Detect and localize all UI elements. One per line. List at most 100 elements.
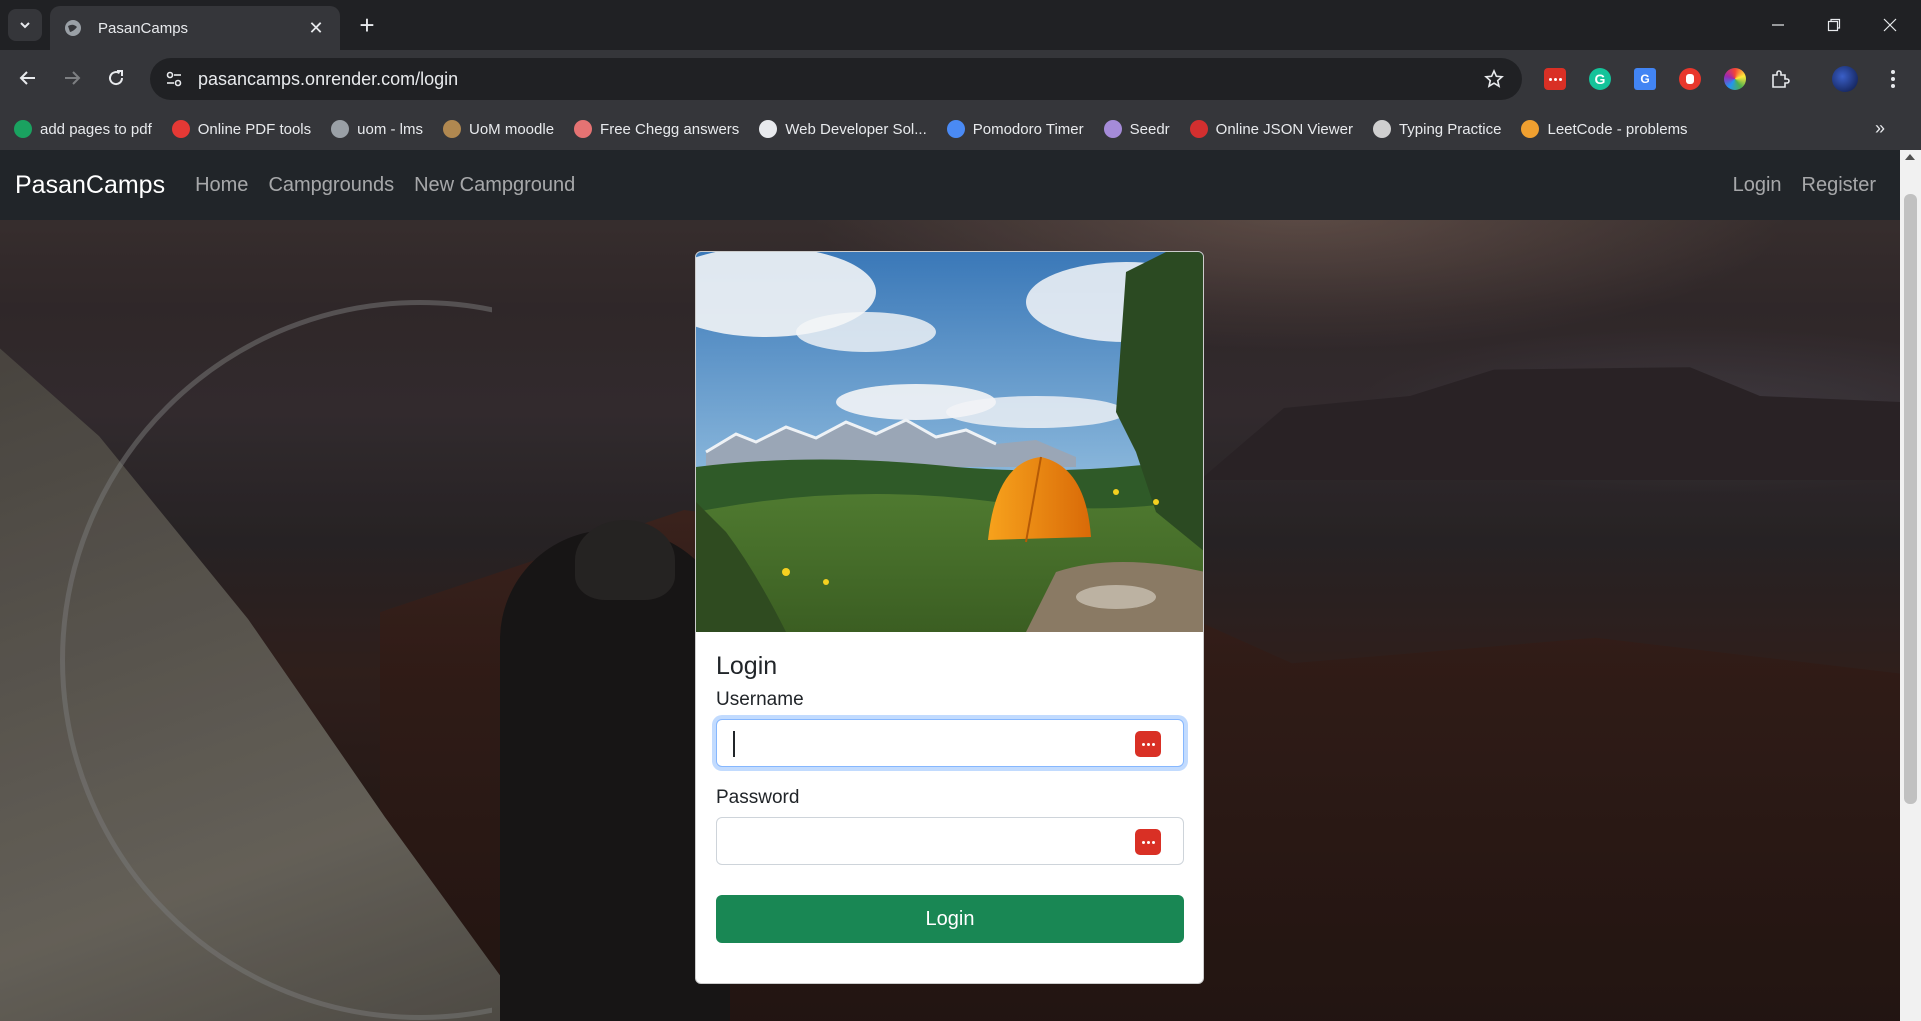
- bookmark-item[interactable]: Pomodoro Timer: [946, 120, 1084, 138]
- login-card: Login Username Password Login: [695, 251, 1204, 984]
- url-text[interactable]: pasancamps.onrender.com/login: [198, 69, 1474, 90]
- page-scrollbar[interactable]: [1900, 150, 1921, 1021]
- seed-icon: [1103, 120, 1122, 138]
- profile-button[interactable]: [1830, 64, 1860, 94]
- extension-password-manager[interactable]: [1540, 64, 1570, 94]
- restore-button[interactable]: [1806, 0, 1862, 50]
- bookmark-item[interactable]: uom - lms: [331, 120, 423, 138]
- close-window-button[interactable]: [1862, 0, 1918, 50]
- github-icon: [759, 120, 778, 138]
- extensions-menu-button[interactable]: [1765, 64, 1795, 94]
- site-brand[interactable]: PasanCamps: [15, 171, 165, 200]
- arrow-left-icon: [19, 71, 35, 85]
- tune-icon: [166, 71, 182, 87]
- minimize-button[interactable]: [1750, 0, 1806, 50]
- login-submit-button[interactable]: Login: [716, 895, 1184, 943]
- nav-new-campground[interactable]: New Campground: [414, 174, 575, 197]
- password-dots-icon: [1544, 68, 1566, 90]
- bookmark-item[interactable]: Free Chegg answers: [574, 120, 739, 138]
- bookmark-item[interactable]: Online JSON Viewer: [1189, 120, 1353, 138]
- moodle-icon: [443, 120, 461, 138]
- bookmark-label: uom - lms: [357, 120, 423, 138]
- star-icon: [1484, 69, 1504, 88]
- color-wheel-icon: [1724, 68, 1746, 90]
- s-icon: [14, 120, 32, 138]
- bookmark-item[interactable]: Online PDF tools: [171, 120, 312, 138]
- bookmark-item[interactable]: LeetCode - problems: [1521, 120, 1688, 138]
- grammarly-icon: G: [1589, 68, 1611, 90]
- back-button[interactable]: [10, 60, 46, 96]
- bookmark-star-button[interactable]: [1474, 69, 1514, 89]
- bookmark-label: Pomodoro Timer: [972, 120, 1084, 138]
- browser-toolbar: pasancamps.onrender.com/login G G: [0, 50, 1921, 108]
- username-input[interactable]: [716, 719, 1184, 767]
- tab-search-button[interactable]: [8, 9, 42, 41]
- password-label: Password: [716, 787, 800, 808]
- new-tab-button[interactable]: +: [352, 10, 382, 40]
- check-circle-icon: [946, 120, 965, 138]
- site-info-button[interactable]: [154, 58, 194, 100]
- login-form: Login Username Password Login: [716, 632, 1184, 943]
- bookmark-item[interactable]: Web Developer Sol...: [759, 120, 927, 138]
- avatar: [1832, 66, 1858, 92]
- close-tab-icon[interactable]: ✕: [306, 18, 326, 39]
- page-viewport: PasanCamps Home Campgrounds New Campgrou…: [0, 150, 1921, 1021]
- stack-icon: [574, 120, 593, 138]
- heart-icon: [171, 120, 190, 138]
- nav-home[interactable]: Home: [195, 174, 248, 197]
- globe-icon: [65, 20, 81, 36]
- scrollbar-thumb[interactable]: [1904, 194, 1917, 804]
- bookmark-label: LeetCode - problems: [1547, 120, 1688, 138]
- globe-icon: [331, 120, 350, 138]
- more-bookmarks-icon[interactable]: »: [1875, 118, 1885, 139]
- bookmark-item[interactable]: Seedr: [1103, 120, 1170, 138]
- bookmark-item[interactable]: add pages to pdf: [14, 120, 152, 138]
- text-caret: [733, 731, 735, 757]
- tab-title: PasanCamps: [98, 19, 189, 37]
- extension-grammarly[interactable]: G: [1585, 64, 1615, 94]
- bookmark-label: Seedr: [1129, 120, 1170, 138]
- username-label: Username: [716, 689, 804, 710]
- site-navbar: PasanCamps Home Campgrounds New Campgrou…: [0, 150, 1900, 220]
- nav-auth-links: Login Register: [1713, 150, 1876, 220]
- scroll-up-arrow-icon[interactable]: [1905, 154, 1915, 160]
- password-manager-icon[interactable]: [1135, 829, 1161, 855]
- extension-translate[interactable]: G: [1630, 64, 1660, 94]
- forward-button[interactable]: [54, 60, 90, 96]
- bookmark-label: UoM moodle: [469, 120, 555, 138]
- bookmark-item[interactable]: Typing Practice: [1372, 120, 1502, 138]
- bookmark-item[interactable]: UoM moodle: [443, 120, 554, 138]
- bookmark-label: Web Developer Sol...: [785, 120, 927, 138]
- translate-icon: G: [1634, 68, 1656, 90]
- arrow-right-icon: [65, 71, 81, 85]
- nav-campgrounds[interactable]: Campgrounds: [268, 174, 394, 197]
- keyboard-icon: [1372, 120, 1391, 138]
- reload-button[interactable]: [98, 60, 134, 96]
- tab-pasancamps[interactable]: PasanCamps ✕: [50, 6, 340, 50]
- tab-strip: PasanCamps ✕ +: [0, 0, 1921, 50]
- reload-icon: [109, 70, 124, 86]
- extension-color-picker[interactable]: [1720, 64, 1750, 94]
- bookmark-label: Typing Practice: [1398, 120, 1502, 138]
- chevron-down-icon: [20, 22, 30, 29]
- close-icon: [1883, 18, 1897, 32]
- bookmark-label: add pages to pdf: [40, 120, 152, 138]
- bookmarks-bar: add pages to pdf Online PDF tools uom - lm…: [0, 108, 1921, 150]
- campsite-image: [696, 252, 1203, 632]
- leetcode-icon: [1521, 120, 1540, 138]
- kebab-menu-icon: [1891, 70, 1895, 88]
- address-bar[interactable]: pasancamps.onrender.com/login: [150, 58, 1522, 100]
- opera-icon: [1189, 120, 1208, 138]
- bookmark-label: Online JSON Viewer: [1215, 120, 1353, 138]
- restore-icon: [1827, 18, 1841, 32]
- nav-login[interactable]: Login: [1733, 174, 1782, 197]
- browser-menu-button[interactable]: [1878, 64, 1908, 94]
- bookmark-label: Online PDF tools: [197, 120, 312, 138]
- password-manager-icon[interactable]: [1135, 731, 1161, 757]
- password-input[interactable]: [716, 817, 1184, 865]
- hand-stop-icon: [1679, 68, 1701, 90]
- nav-register[interactable]: Register: [1802, 174, 1876, 197]
- login-title: Login: [716, 652, 778, 680]
- extension-adblock[interactable]: [1675, 64, 1705, 94]
- bookmark-label: Free Chegg answers: [600, 120, 740, 138]
